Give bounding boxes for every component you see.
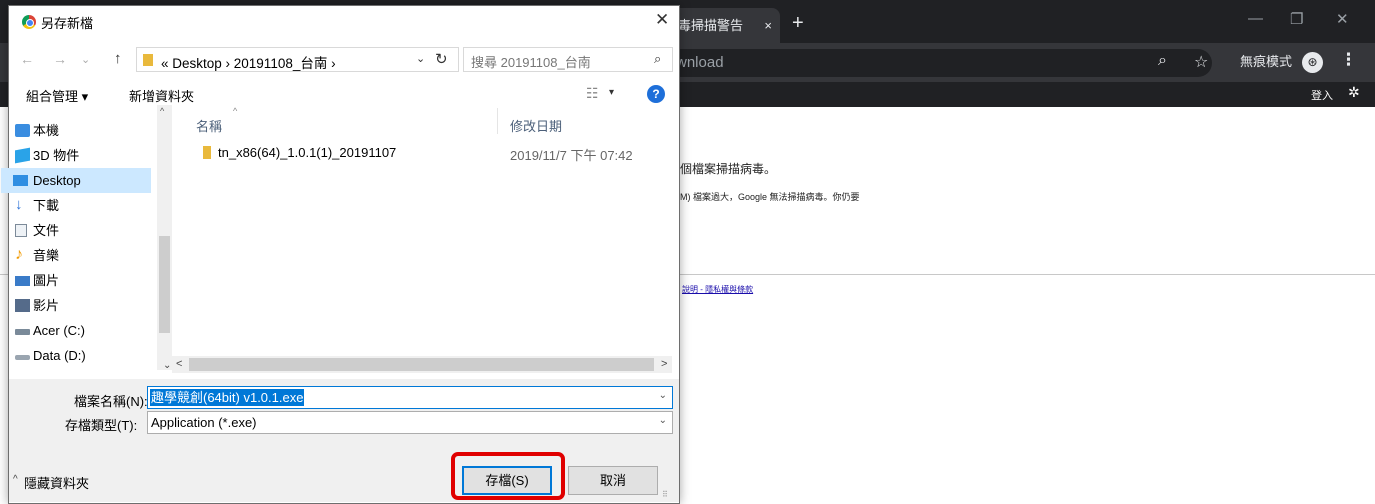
- folder-icon: [203, 146, 211, 159]
- filename-value[interactable]: 趣學競創(64bit) v1.0.1.exe: [150, 389, 305, 406]
- view-dropdown-icon[interactable]: ▾: [609, 87, 614, 98]
- incognito-icon[interactable]: ⊛: [1302, 52, 1323, 73]
- nav-item-music[interactable]: ♪ 音樂: [8, 243, 151, 268]
- warning-body: M) 檔案過大，Google 無法掃描病毒。你仍要: [680, 192, 860, 202]
- scroll-left-icon[interactable]: <: [176, 358, 182, 370]
- column-divider[interactable]: [497, 108, 498, 134]
- search-placeholder: 搜尋 20191108_台南: [471, 55, 591, 70]
- footer-links[interactable]: 說明 - 隱私權與條款: [682, 284, 753, 295]
- window-close-icon[interactable]: ✕: [1336, 10, 1349, 28]
- command-bar: 組合管理 ▾ 新增資料夾 ☷ ▾ ?: [9, 79, 679, 109]
- cancel-button[interactable]: 取消: [568, 466, 658, 495]
- horizontal-scrollbar-thumb[interactable]: [189, 358, 654, 371]
- document-icon: [15, 224, 27, 237]
- refresh-icon[interactable]: ↻: [435, 50, 448, 68]
- chevron-up-icon[interactable]: ^: [13, 474, 18, 485]
- tab-title: 毒掃描警告: [678, 18, 744, 33]
- cube-icon: [15, 147, 30, 164]
- file-name: tn_x86(64)_1.0.1(1)_20191107: [218, 145, 397, 160]
- nav-item-label: Desktop: [33, 173, 81, 188]
- browser-tab[interactable]: 毒掃描警告 ×: [672, 8, 780, 43]
- up-arrow-icon[interactable]: ↑: [114, 50, 122, 67]
- menu-icon[interactable]: ⋮: [1340, 50, 1357, 70]
- nav-collapse-icon[interactable]: ⌄: [163, 360, 171, 371]
- search-icon[interactable]: ⌕: [654, 51, 661, 67]
- nav-scrollbar-thumb[interactable]: [159, 236, 170, 333]
- folder-icon: [143, 54, 153, 66]
- nav-item-desktop[interactable]: Desktop: [1, 168, 151, 193]
- filetype-value: Application (*.exe): [151, 415, 257, 430]
- music-icon: ♪: [15, 246, 23, 263]
- filetype-label: 存檔類型(T):: [65, 418, 138, 433]
- forward-arrow-icon[interactable]: →: [53, 51, 67, 67]
- organize-button[interactable]: 組合管理 ▾: [26, 86, 88, 105]
- nav-item-downloads[interactable]: ↓ 下載: [8, 193, 151, 218]
- recent-locations-icon[interactable]: ⌄: [81, 53, 90, 66]
- nav-item-documents[interactable]: 文件: [8, 218, 151, 243]
- nav-item-label: 影片: [33, 298, 60, 313]
- chrome-logo-icon: [22, 15, 36, 29]
- column-header-name[interactable]: 名稱: [196, 116, 222, 135]
- nav-item-this-pc[interactable]: 本機: [8, 118, 151, 143]
- nav-item-pictures[interactable]: 圖片: [8, 268, 151, 293]
- filename-field[interactable]: 趣學競創(64bit) v1.0.1.exe ⌄: [147, 386, 673, 409]
- help-icon[interactable]: ?: [647, 85, 665, 103]
- tab-close-icon[interactable]: ×: [764, 8, 772, 43]
- video-icon: [15, 299, 30, 312]
- chevron-down-icon[interactable]: ⌄: [659, 415, 667, 426]
- nav-item-label: 圖片: [33, 273, 60, 288]
- list-item[interactable]: tn_x86(64)_1.0.1(1)_20191107 2019/11/7 下…: [196, 142, 666, 164]
- zoom-icon[interactable]: ⌕: [1158, 52, 1167, 70]
- nav-item-3d-objects[interactable]: 3D 物件: [8, 143, 151, 168]
- breadcrumb[interactable]: « Desktop › 20191108_台南 › ⌄ ↻: [136, 47, 459, 72]
- picture-icon: [15, 276, 30, 286]
- download-icon: ↓: [15, 196, 23, 213]
- nav-item-label: 下載: [33, 198, 60, 213]
- view-options-icon[interactable]: ☷: [586, 85, 599, 102]
- scroll-right-icon[interactable]: >: [661, 358, 667, 370]
- nav-item-label: Data (D:): [33, 348, 86, 363]
- sort-indicator-icon: ^: [233, 106, 238, 116]
- desktop-icon: [13, 175, 28, 186]
- new-folder-button[interactable]: 新增資料夾: [129, 86, 194, 105]
- resize-grip-icon[interactable]: ⠿: [662, 490, 668, 499]
- filename-label: 檔案名稱(N):: [74, 394, 148, 409]
- warning-heading: 個檔案掃描病毒。: [680, 162, 777, 176]
- nav-item-label: Acer (C:): [33, 323, 85, 338]
- filetype-select[interactable]: Application (*.exe) ⌄: [147, 411, 673, 434]
- nav-item-drive-c[interactable]: Acer (C:): [8, 318, 151, 343]
- back-arrow-icon[interactable]: ←: [20, 51, 34, 67]
- settings-icon[interactable]: ✲: [1348, 84, 1360, 101]
- hide-folders-button[interactable]: 隱藏資料夾: [24, 473, 89, 492]
- maximize-icon[interactable]: ❐: [1290, 10, 1303, 28]
- nav-item-videos[interactable]: 影片: [8, 293, 151, 318]
- nav-item-drive-d[interactable]: Data (D:): [8, 343, 151, 368]
- breadcrumb-path[interactable]: « Desktop › 20191108_台南 ›: [161, 52, 336, 72]
- chevron-down-icon[interactable]: ⌄: [659, 390, 667, 401]
- incognito-label: 無痕模式: [1240, 54, 1293, 69]
- drive-d-icon: [15, 355, 30, 360]
- signin-link[interactable]: 登入: [1311, 87, 1333, 103]
- dialog-title: 另存新檔: [41, 16, 94, 31]
- close-icon[interactable]: ✕: [655, 10, 669, 30]
- bookmark-star-icon[interactable]: ☆: [1194, 52, 1208, 72]
- scroll-up-icon[interactable]: ^: [160, 106, 164, 116]
- address-row: ← → ⌄ ↑ « Desktop › 20191108_台南 › ⌄ ↻ 搜尋…: [9, 44, 679, 74]
- chevron-down-icon[interactable]: ⌄: [416, 52, 425, 65]
- nav-item-label: 音樂: [33, 248, 60, 263]
- nav-item-label: 文件: [33, 223, 60, 238]
- file-date: 2019/11/7 下午 07:42: [510, 148, 633, 163]
- minimize-icon[interactable]: —: [1248, 10, 1263, 27]
- search-input[interactable]: 搜尋 20191108_台南 ⌕: [463, 47, 673, 72]
- nav-item-label: 本機: [33, 123, 60, 138]
- address-bar[interactable]: wnload: [672, 49, 1212, 77]
- pc-icon: [15, 124, 30, 137]
- column-header-date[interactable]: 修改日期: [510, 116, 562, 135]
- nav-item-label: 3D 物件: [33, 148, 80, 163]
- save-button-highlight: [451, 452, 565, 500]
- drive-c-icon: [15, 329, 30, 335]
- new-tab-button[interactable]: +: [792, 10, 804, 36]
- dialog-title-bar[interactable]: 另存新檔 ✕: [9, 6, 679, 36]
